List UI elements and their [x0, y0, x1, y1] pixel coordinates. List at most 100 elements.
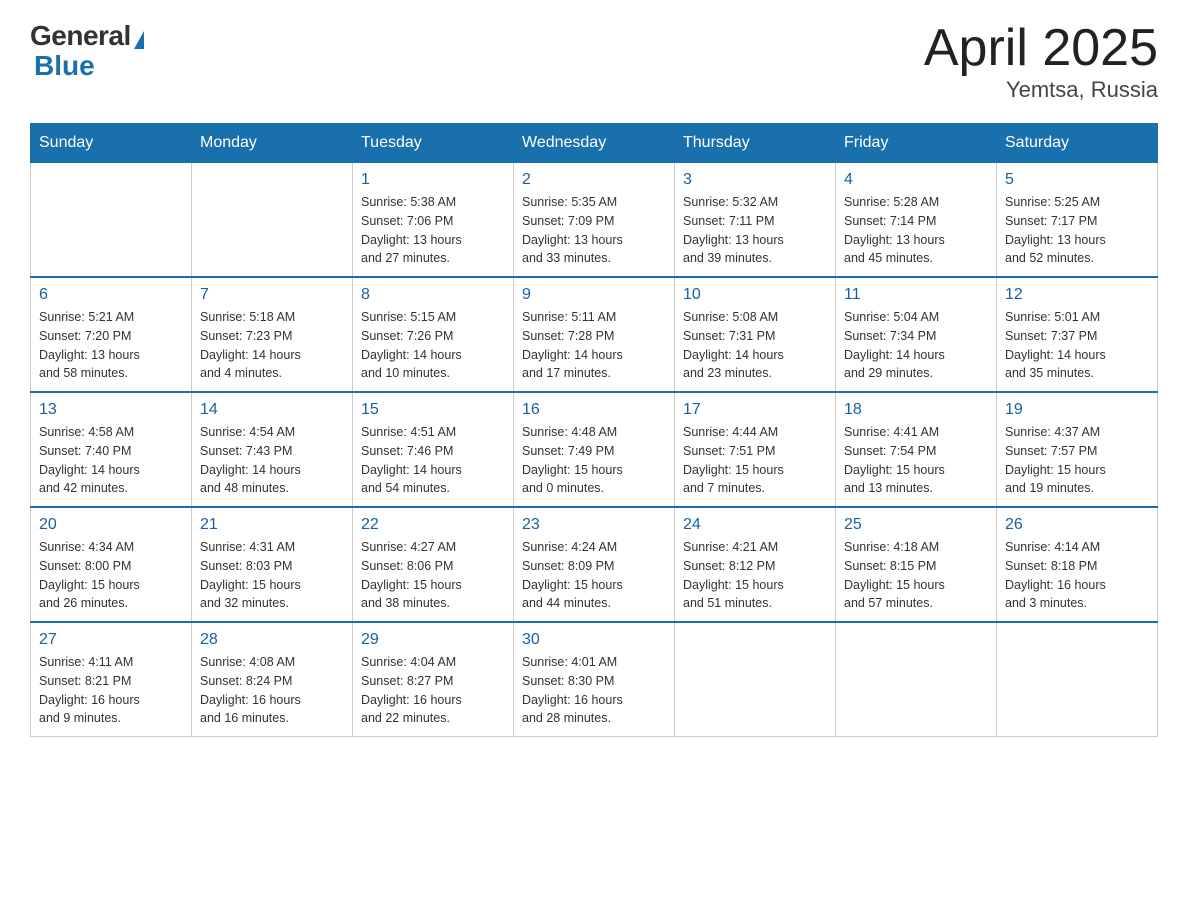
day-info: Sunrise: 4:37 AMSunset: 7:57 PMDaylight:…	[1005, 423, 1149, 498]
day-info: Sunrise: 4:48 AMSunset: 7:49 PMDaylight:…	[522, 423, 666, 498]
day-info: Sunrise: 5:35 AMSunset: 7:09 PMDaylight:…	[522, 193, 666, 268]
calendar-cell: 25 Sunrise: 4:18 AMSunset: 8:15 PMDayligh…	[836, 507, 997, 622]
calendar-cell: 11 Sunrise: 5:04 AMSunset: 7:34 PMDayligh…	[836, 277, 997, 392]
title-block: April 2025 Yemtsa, Russia	[924, 20, 1158, 103]
calendar-cell	[675, 622, 836, 737]
day-number: 11	[844, 286, 988, 304]
weekday-header-friday: Friday	[836, 124, 997, 163]
day-info: Sunrise: 4:54 AMSunset: 7:43 PMDaylight:…	[200, 423, 344, 498]
calendar-cell	[192, 163, 353, 278]
day-number: 28	[200, 631, 344, 649]
day-info: Sunrise: 5:15 AMSunset: 7:26 PMDaylight:…	[361, 308, 505, 383]
day-info: Sunrise: 4:04 AMSunset: 8:27 PMDaylight:…	[361, 653, 505, 728]
day-number: 13	[39, 401, 183, 419]
day-info: Sunrise: 4:31 AMSunset: 8:03 PMDaylight:…	[200, 538, 344, 613]
calendar-cell: 6 Sunrise: 5:21 AMSunset: 7:20 PMDaylight…	[31, 277, 192, 392]
calendar-cell	[836, 622, 997, 737]
day-info: Sunrise: 5:38 AMSunset: 7:06 PMDaylight:…	[361, 193, 505, 268]
day-number: 7	[200, 286, 344, 304]
calendar-cell: 13 Sunrise: 4:58 AMSunset: 7:40 PMDayligh…	[31, 392, 192, 507]
day-info: Sunrise: 5:04 AMSunset: 7:34 PMDaylight:…	[844, 308, 988, 383]
calendar-cell: 2 Sunrise: 5:35 AMSunset: 7:09 PMDaylight…	[514, 163, 675, 278]
day-number: 16	[522, 401, 666, 419]
calendar-cell: 7 Sunrise: 5:18 AMSunset: 7:23 PMDaylight…	[192, 277, 353, 392]
day-number: 6	[39, 286, 183, 304]
calendar-cell: 23 Sunrise: 4:24 AMSunset: 8:09 PMDayligh…	[514, 507, 675, 622]
calendar-cell: 5 Sunrise: 5:25 AMSunset: 7:17 PMDaylight…	[997, 163, 1158, 278]
day-number: 4	[844, 171, 988, 189]
day-info: Sunrise: 4:41 AMSunset: 7:54 PMDaylight:…	[844, 423, 988, 498]
calendar-week-row: 27Sunrise: 4:11 AMSunset: 8:21 PMDayligh…	[31, 622, 1158, 737]
day-number: 29	[361, 631, 505, 649]
day-number: 5	[1005, 171, 1149, 189]
day-info: Sunrise: 5:25 AMSunset: 7:17 PMDaylight:…	[1005, 193, 1149, 268]
weekday-header-row: SundayMondayTuesdayWednesdayThursdayFrid…	[31, 124, 1158, 163]
calendar-cell	[31, 163, 192, 278]
calendar-cell: 20 Sunrise: 4:34 AMSunset: 8:00 PMDayligh…	[31, 507, 192, 622]
logo-triangle-icon	[134, 31, 144, 49]
calendar-cell: 8 Sunrise: 5:15 AMSunset: 7:26 PMDaylight…	[353, 277, 514, 392]
day-number: 15	[361, 401, 505, 419]
day-number: 17	[683, 401, 827, 419]
calendar-cell: 1 Sunrise: 5:38 AMSunset: 7:06 PMDaylight…	[353, 163, 514, 278]
day-number: 1	[361, 171, 505, 189]
logo-blue-text: Blue	[30, 50, 95, 82]
calendar-table: SundayMondayTuesdayWednesdayThursdayFrid…	[30, 123, 1158, 737]
day-number: 23	[522, 516, 666, 534]
day-number: 18	[844, 401, 988, 419]
calendar-cell: 12Sunrise: 5:01 AMSunset: 7:37 PMDayligh…	[997, 277, 1158, 392]
day-number: 9	[522, 286, 666, 304]
calendar-cell: 3 Sunrise: 5:32 AMSunset: 7:11 PMDaylight…	[675, 163, 836, 278]
calendar-cell: 4 Sunrise: 5:28 AMSunset: 7:14 PMDaylight…	[836, 163, 997, 278]
day-info: Sunrise: 4:21 AMSunset: 8:12 PMDaylight:…	[683, 538, 827, 613]
calendar-cell: 10 Sunrise: 5:08 AMSunset: 7:31 PMDayligh…	[675, 277, 836, 392]
day-info: Sunrise: 4:58 AMSunset: 7:40 PMDaylight:…	[39, 423, 183, 498]
calendar-week-row: 6 Sunrise: 5:21 AMSunset: 7:20 PMDaylight…	[31, 277, 1158, 392]
day-info: Sunrise: 4:24 AMSunset: 8:09 PMDaylight:…	[522, 538, 666, 613]
calendar-cell: 15 Sunrise: 4:51 AMSunset: 7:46 PMDayligh…	[353, 392, 514, 507]
weekday-header-monday: Monday	[192, 124, 353, 163]
day-info: Sunrise: 4:34 AMSunset: 8:00 PMDaylight:…	[39, 538, 183, 613]
day-info: Sunrise: 4:44 AMSunset: 7:51 PMDaylight:…	[683, 423, 827, 498]
page-title: April 2025	[924, 20, 1158, 77]
weekday-header-thursday: Thursday	[675, 124, 836, 163]
logo: General Blue	[30, 20, 144, 82]
calendar-cell: 21 Sunrise: 4:31 AMSunset: 8:03 PMDayligh…	[192, 507, 353, 622]
calendar-cell: 14Sunrise: 4:54 AMSunset: 7:43 PMDayligh…	[192, 392, 353, 507]
day-number: 3	[683, 171, 827, 189]
calendar-cell: 18 Sunrise: 4:41 AMSunset: 7:54 PMDayligh…	[836, 392, 997, 507]
day-number: 30	[522, 631, 666, 649]
day-number: 26	[1005, 516, 1149, 534]
day-info: Sunrise: 4:51 AMSunset: 7:46 PMDaylight:…	[361, 423, 505, 498]
day-number: 8	[361, 286, 505, 304]
day-info: Sunrise: 5:11 AMSunset: 7:28 PMDaylight:…	[522, 308, 666, 383]
day-number: 10	[683, 286, 827, 304]
day-info: Sunrise: 5:18 AMSunset: 7:23 PMDaylight:…	[200, 308, 344, 383]
calendar-cell: 30Sunrise: 4:01 AMSunset: 8:30 PMDayligh…	[514, 622, 675, 737]
day-number: 2	[522, 171, 666, 189]
day-number: 20	[39, 516, 183, 534]
page-subtitle: Yemtsa, Russia	[924, 77, 1158, 103]
day-info: Sunrise: 4:27 AMSunset: 8:06 PMDaylight:…	[361, 538, 505, 613]
day-number: 25	[844, 516, 988, 534]
calendar-cell: 17 Sunrise: 4:44 AMSunset: 7:51 PMDayligh…	[675, 392, 836, 507]
calendar-cell: 9 Sunrise: 5:11 AMSunset: 7:28 PMDaylight…	[514, 277, 675, 392]
day-info: Sunrise: 4:08 AMSunset: 8:24 PMDaylight:…	[200, 653, 344, 728]
calendar-cell: 26Sunrise: 4:14 AMSunset: 8:18 PMDayligh…	[997, 507, 1158, 622]
calendar-cell: 28 Sunrise: 4:08 AMSunset: 8:24 PMDayligh…	[192, 622, 353, 737]
day-info: Sunrise: 5:21 AMSunset: 7:20 PMDaylight:…	[39, 308, 183, 383]
day-info: Sunrise: 5:01 AMSunset: 7:37 PMDaylight:…	[1005, 308, 1149, 383]
day-info: Sunrise: 5:28 AMSunset: 7:14 PMDaylight:…	[844, 193, 988, 268]
day-info: Sunrise: 5:08 AMSunset: 7:31 PMDaylight:…	[683, 308, 827, 383]
day-number: 24	[683, 516, 827, 534]
calendar-week-row: 1 Sunrise: 5:38 AMSunset: 7:06 PMDaylight…	[31, 163, 1158, 278]
day-info: Sunrise: 5:32 AMSunset: 7:11 PMDaylight:…	[683, 193, 827, 268]
day-number: 21	[200, 516, 344, 534]
day-number: 22	[361, 516, 505, 534]
calendar-cell: 24 Sunrise: 4:21 AMSunset: 8:12 PMDayligh…	[675, 507, 836, 622]
day-info: Sunrise: 4:18 AMSunset: 8:15 PMDaylight:…	[844, 538, 988, 613]
weekday-header-wednesday: Wednesday	[514, 124, 675, 163]
calendar-cell: 19Sunrise: 4:37 AMSunset: 7:57 PMDayligh…	[997, 392, 1158, 507]
page-header: General Blue April 2025 Yemtsa, Russia	[30, 20, 1158, 103]
weekday-header-tuesday: Tuesday	[353, 124, 514, 163]
